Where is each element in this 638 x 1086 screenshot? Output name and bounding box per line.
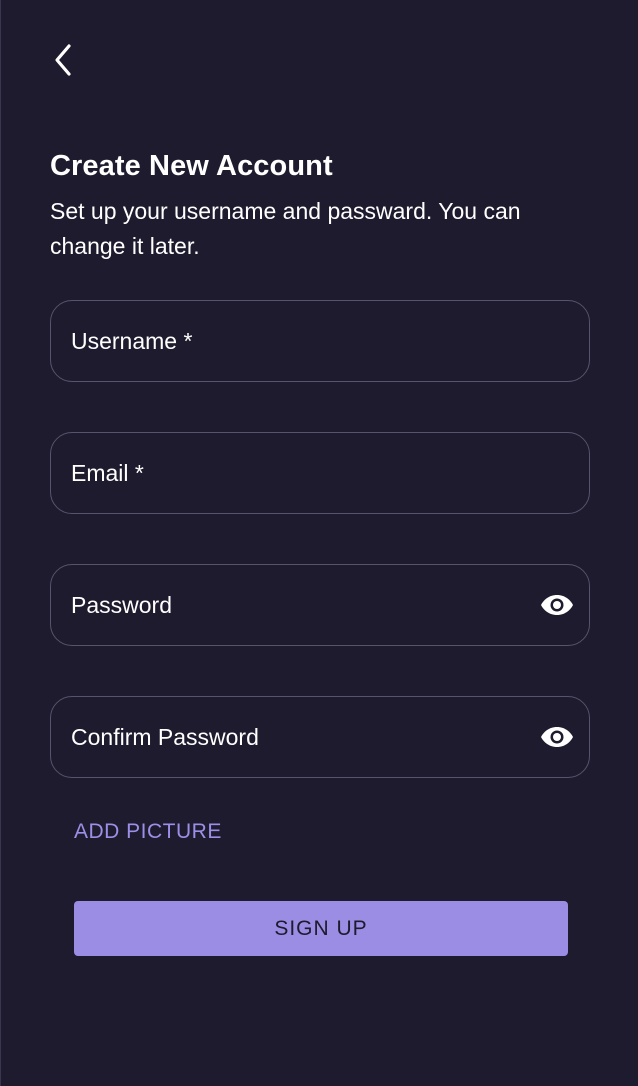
eye-icon bbox=[541, 727, 573, 747]
confirm-password-visibility-toggle[interactable] bbox=[540, 725, 574, 749]
confirm-password-field[interactable]: Confirm Password bbox=[50, 696, 590, 778]
back-button[interactable] bbox=[45, 40, 81, 80]
sign-up-label: SIGN UP bbox=[274, 916, 368, 940]
sign-up-button[interactable]: SIGN UP bbox=[74, 901, 568, 956]
page-title: Create New Account bbox=[50, 150, 333, 182]
email-field[interactable]: Email * bbox=[50, 432, 590, 514]
username-field[interactable]: Username * bbox=[50, 300, 590, 382]
page-subtitle: Set up your username and passward. You c… bbox=[50, 198, 521, 259]
password-field[interactable]: Password bbox=[50, 564, 590, 646]
eye-icon bbox=[541, 595, 573, 615]
password-visibility-toggle[interactable] bbox=[540, 593, 574, 617]
chevron-left-icon bbox=[55, 44, 71, 76]
add-picture-button[interactable]: ADD PICTURE bbox=[74, 820, 222, 844]
